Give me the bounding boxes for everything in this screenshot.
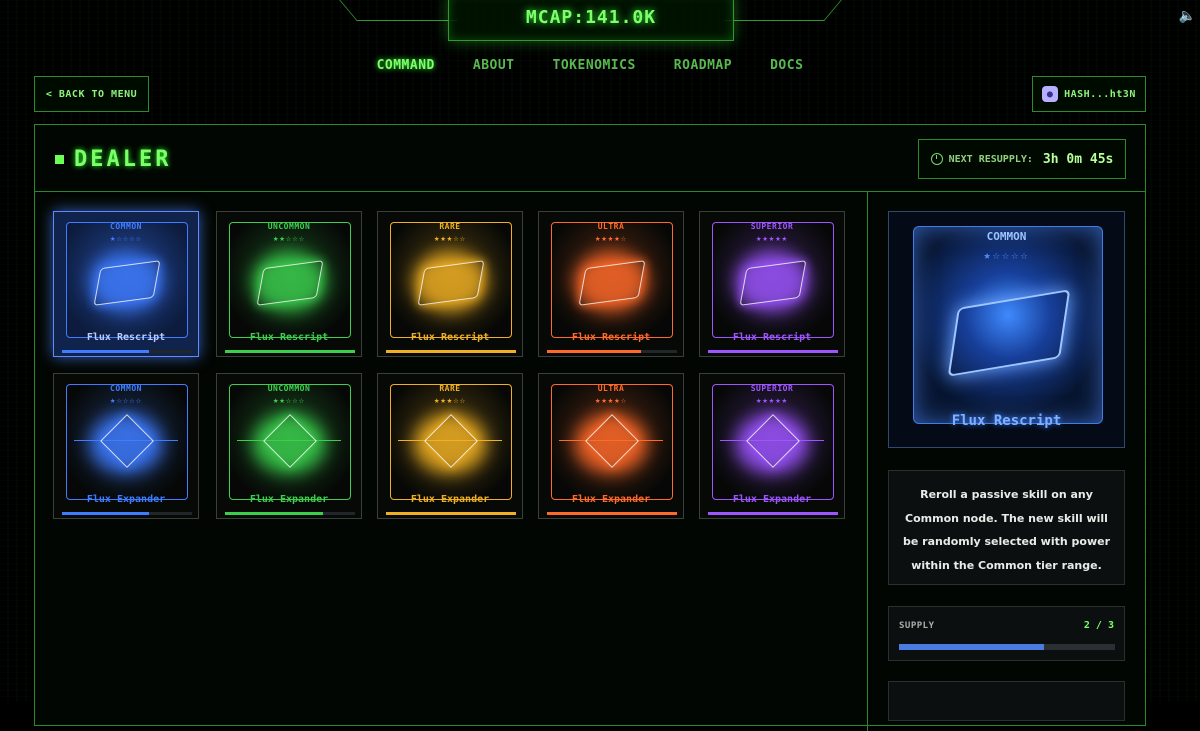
card-rarity: SUPERIOR: [750, 384, 794, 393]
card-rarity: UNCOMMON: [267, 384, 311, 393]
card-stock-bar: [386, 512, 516, 515]
back-to-menu-button[interactable]: < BACK TO MENU: [34, 76, 149, 112]
card-stock-bar: [62, 512, 192, 515]
card-stock-bar: [708, 512, 838, 515]
item-card[interactable]: RARE ★★★☆☆ Flux Expander: [377, 373, 523, 519]
card-name: Flux Rescript: [249, 332, 329, 343]
supply-value: 2 / 3: [1083, 620, 1114, 631]
page-title: DEALER: [55, 147, 171, 172]
nav-roadmap[interactable]: ROADMAP: [674, 58, 732, 73]
card-name: Flux Expander: [732, 494, 812, 505]
back-to-menu-label: < BACK TO MENU: [45, 88, 138, 100]
card-name: Flux Expander: [249, 494, 329, 505]
item-card[interactable]: UNCOMMON ★★☆☆☆ Flux Expander: [216, 373, 362, 519]
card-stars: ★★☆☆☆: [272, 396, 306, 406]
speaker-icon[interactable]: 🔈: [1179, 8, 1196, 24]
item-card[interactable]: RARE ★★★☆☆ Flux Rescript: [377, 211, 523, 357]
wallet-icon: ●: [1042, 86, 1059, 102]
mcap-value: MCAP:141.0K: [525, 6, 657, 28]
resupply-timer: NEXT RESUPPLY: 3h 0m 45s: [918, 139, 1126, 179]
card-rarity: ULTRA: [597, 384, 625, 393]
supply-box: SUPPLY 2 / 3: [888, 606, 1125, 661]
card-rarity: COMMON: [110, 384, 142, 393]
card-stars: ★☆☆☆☆: [109, 234, 143, 244]
card-rarity: RARE: [439, 384, 461, 393]
card-name: Flux Expander: [571, 494, 651, 505]
card-stars: ★☆☆☆☆: [109, 396, 143, 406]
card-stock-fill: [62, 350, 150, 353]
nav-tokenomics[interactable]: TOKENOMICS: [553, 58, 636, 73]
card-stock-bar: [225, 512, 355, 515]
selected-item-stars: ★☆☆☆☆: [983, 248, 1030, 262]
supply-progress: [899, 644, 1115, 650]
card-stock-bar: [225, 350, 355, 353]
dealer-header: DEALER NEXT RESUPPLY: 3h 0m 45s: [35, 125, 1145, 192]
top-nav: COMMAND ABOUT TOKENOMICS ROADMAP DOCS: [0, 58, 1180, 73]
nav-about[interactable]: ABOUT: [473, 58, 515, 73]
card-name: Flux Rescript: [410, 332, 490, 343]
item-description: Reroll a passive skill on any Common nod…: [888, 470, 1125, 585]
card-name: Flux Rescript: [86, 332, 166, 343]
card-stock-fill: [708, 512, 838, 515]
banner-wing-left: [339, 0, 458, 21]
card-stock-fill: [386, 512, 516, 515]
banner-wing-right: [723, 0, 842, 21]
item-card[interactable]: UNCOMMON ★★☆☆☆ Flux Rescript: [216, 211, 362, 357]
card-stock-fill: [62, 512, 150, 515]
card-stock-fill: [225, 350, 355, 353]
card-name: Flux Expander: [410, 494, 490, 505]
card-name: Flux Rescript: [571, 332, 651, 343]
item-card[interactable]: SUPERIOR ★★★★★ Flux Rescript: [699, 211, 845, 357]
page-title-text: DEALER: [74, 147, 172, 172]
price-box: [888, 681, 1125, 721]
card-stars: ★★★★☆: [594, 234, 628, 244]
card-stars: ★★★☆☆: [433, 234, 467, 244]
card-stars: ★★★★★: [755, 234, 789, 244]
card-stock-bar: [386, 350, 516, 353]
title-square-icon: [55, 155, 64, 164]
clock-icon: [930, 153, 943, 165]
card-stars: ★★★★☆: [594, 396, 628, 406]
card-name: Flux Expander: [86, 494, 166, 505]
item-card[interactable]: ULTRA ★★★★☆ Flux Expander: [538, 373, 684, 519]
selected-item-card: COMMON ★☆☆☆☆ Flux Rescript: [888, 211, 1125, 448]
card-stock-fill: [708, 350, 838, 353]
card-stars: ★★★☆☆: [433, 396, 467, 406]
nav-docs[interactable]: DOCS: [770, 58, 803, 73]
item-card[interactable]: SUPERIOR ★★★★★ Flux Expander: [699, 373, 845, 519]
card-rarity: COMMON: [110, 222, 142, 231]
selected-item-name: Flux Rescript: [951, 413, 1062, 429]
card-stock-fill: [386, 350, 516, 353]
item-card[interactable]: COMMON ★☆☆☆☆ Flux Expander: [53, 373, 199, 519]
dealer-panel: DEALER NEXT RESUPPLY: 3h 0m 45s COMMON ★…: [34, 124, 1146, 731]
card-stock-fill: [225, 512, 323, 515]
supply-progress-fill: [899, 644, 1044, 650]
card-rarity: UNCOMMON: [267, 222, 311, 231]
mcap-banner: MCAP:141.0K: [448, 0, 734, 41]
card-stock-fill: [547, 350, 641, 353]
resupply-label: NEXT RESUPPLY:: [948, 153, 1033, 165]
card-stock-fill: [547, 512, 677, 515]
resupply-countdown: 3h 0m 45s: [1042, 151, 1114, 167]
card-stars: ★★☆☆☆: [272, 234, 306, 244]
card-name: Flux Rescript: [732, 332, 812, 343]
card-stock-bar: [708, 350, 838, 353]
item-card[interactable]: COMMON ★☆☆☆☆ Flux Rescript: [53, 211, 199, 357]
card-stock-bar: [62, 350, 192, 353]
supply-label: SUPPLY: [899, 621, 935, 631]
selected-item-rarity: COMMON: [986, 230, 1027, 243]
item-card[interactable]: ULTRA ★★★★☆ Flux Rescript: [538, 211, 684, 357]
card-stars: ★★★★★: [755, 396, 789, 406]
wallet-address: HASH...ht3N: [1064, 88, 1136, 100]
nav-command[interactable]: COMMAND: [377, 58, 435, 73]
wallet-button[interactable]: ● HASH...ht3N: [1032, 76, 1146, 112]
panel-divider: [867, 191, 868, 731]
card-stock-bar: [547, 350, 677, 353]
card-rarity: SUPERIOR: [750, 222, 794, 231]
card-rarity: ULTRA: [597, 222, 625, 231]
card-rarity: RARE: [439, 222, 461, 231]
card-stock-bar: [547, 512, 677, 515]
